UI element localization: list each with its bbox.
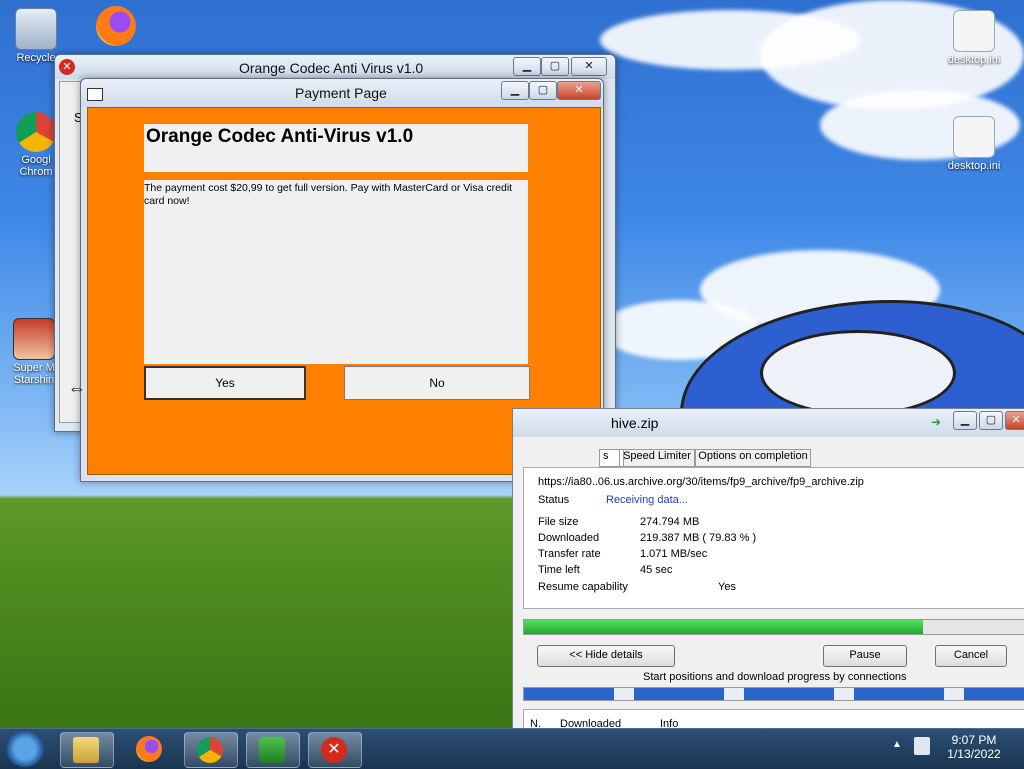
folder-icon — [73, 737, 99, 763]
clock[interactable]: 9:07 PM 1/13/2022 — [934, 733, 1014, 761]
chrome-icon — [16, 112, 56, 152]
firefox-icon — [96, 6, 136, 46]
maximize-button[interactable]: ▢ — [529, 81, 557, 100]
downloaded-label: Downloaded — [538, 532, 600, 544]
minimize-button[interactable]: ▁ — [501, 81, 529, 100]
idm-arrow-icon: ➜ — [931, 415, 942, 429]
time-left-value: 45 sec — [640, 564, 673, 576]
clock-time: 9:07 PM — [951, 733, 997, 747]
taskbar-explorer[interactable] — [60, 732, 114, 768]
tab-speed-limiter[interactable]: Speed Limiter — [619, 449, 695, 467]
resize-cursor-icon: ⇔ — [68, 378, 86, 398]
file-size-label: File size — [538, 516, 579, 528]
antivirus-titlebar[interactable]: ✕ Orange Codec Anti Virus v1.0 ▁ ▢ ✕ — [55, 55, 615, 79]
taskbar-firefox[interactable] — [124, 732, 176, 766]
close-button[interactable]: ✕ — [557, 81, 601, 100]
window-menu-icon[interactable] — [87, 88, 103, 101]
desktop-icon-label: Googl Chrom — [19, 154, 53, 178]
download-progress-bar — [523, 619, 1024, 635]
cartoon-character-face — [760, 330, 956, 416]
cancel-button[interactable]: Cancel — [935, 645, 1007, 667]
error-x-icon: ✕ — [321, 737, 347, 763]
desktop-icon-label: desktop.ini — [947, 160, 1001, 172]
desktop-ini-file-icon[interactable]: desktop.ini — [942, 116, 1006, 172]
clock-date: 1/13/2022 — [947, 747, 1001, 761]
time-left-label: Time left — [538, 564, 580, 576]
desktop-icon-label: desktop.ini — [947, 54, 1001, 66]
maximize-button[interactable]: ▢ — [979, 411, 1003, 430]
mario-icon — [13, 318, 55, 360]
progress-fill — [524, 620, 924, 634]
hide-details-button[interactable]: << Hide details — [537, 645, 675, 667]
window-title: Payment Page — [295, 85, 387, 101]
file-size-value: 274.794 MB — [640, 516, 700, 528]
status-label: Status — [538, 494, 570, 506]
recycle-bin-glyph — [15, 8, 57, 50]
no-button[interactable]: No — [344, 366, 530, 400]
tab-options-on-completion[interactable]: Options on completion — [695, 449, 811, 467]
taskbar-download-manager[interactable] — [246, 732, 300, 768]
resume-capability-value: Yes — [718, 581, 736, 593]
window-title: Orange Codec Anti Virus v1.0 — [239, 60, 424, 76]
payment-titlebar[interactable]: Payment Page ▁ ▢ ✕ — [81, 79, 603, 107]
settings-file-icon — [953, 116, 995, 158]
minimize-button[interactable]: ▁ — [513, 57, 541, 76]
payment-heading: Orange Codec Anti-Virus v1.0 — [146, 126, 414, 147]
download-titlebar[interactable]: hive.zip ➜ ▁ ▢ ✕ — [513, 409, 1024, 437]
transfer-rate-label: Transfer rate — [538, 548, 601, 560]
taskbar-antivirus[interactable]: ✕ — [308, 732, 362, 768]
connections-caption: Start positions and download progress by… — [643, 671, 907, 683]
desktop-icon-label: Super M Starshin — [13, 362, 55, 386]
desktop-ini-file-icon[interactable]: desktop.ini — [942, 10, 1006, 66]
minimize-button[interactable]: ▁ — [953, 411, 977, 430]
payment-message: The payment cost $20,99 to get full vers… — [144, 182, 513, 207]
download-url: https://ia80..06.us.archive.org/30/items… — [538, 476, 864, 488]
window-title: hive.zip — [611, 415, 659, 431]
close-button[interactable]: ✕ — [571, 57, 607, 76]
status-value: Receiving data... — [606, 494, 688, 506]
download-progress-window[interactable]: hive.zip ➜ ▁ ▢ ✕ s Speed Limiter Options… — [512, 408, 1024, 731]
show-hidden-icons-button[interactable]: ▲ — [892, 739, 902, 750]
download-manager-icon — [259, 737, 285, 763]
details-panel: https://ia80..06.us.archive.org/30/items… — [523, 467, 1024, 609]
yes-button[interactable]: Yes — [144, 366, 306, 400]
action-center-flag-icon[interactable] — [914, 737, 930, 755]
desktop-icon-label: Recycle — [16, 52, 56, 64]
maximize-button[interactable]: ▢ — [541, 57, 569, 76]
taskbar-chrome[interactable] — [184, 732, 238, 768]
taskbar: ✕ ▲ 9:07 PM 1/13/2022 — [0, 728, 1024, 769]
start-button-icon[interactable] — [6, 731, 44, 767]
message-box: The payment cost $20,99 to get full vers… — [144, 180, 528, 364]
settings-file-icon — [953, 10, 995, 52]
chrome-icon — [197, 737, 223, 763]
heading-box: Orange Codec Anti-Virus v1.0 — [144, 124, 528, 172]
app-error-icon: ✕ — [59, 59, 75, 75]
firefox-icon — [136, 736, 162, 762]
close-button[interactable]: ✕ — [1005, 411, 1024, 430]
downloaded-value: 219.387 MB ( 79.83 % ) — [640, 532, 757, 544]
resume-capability-label: Resume capability — [538, 581, 628, 593]
firefox-desktop-icon[interactable] — [84, 6, 148, 48]
connections-progress-strip — [523, 687, 1024, 701]
transfer-rate-value: 1.071 MB/sec — [640, 548, 708, 560]
pause-button[interactable]: Pause — [823, 645, 907, 667]
